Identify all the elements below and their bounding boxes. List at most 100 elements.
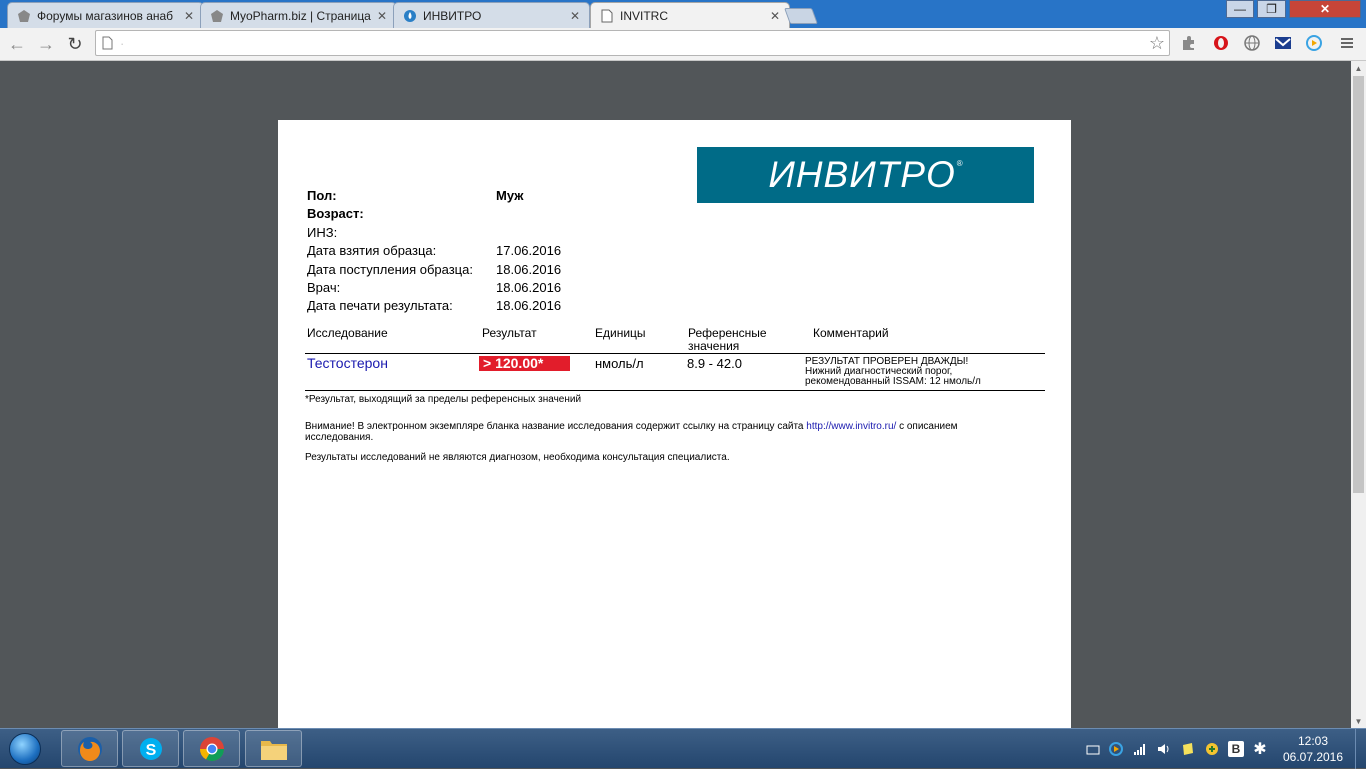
field-label-sample-date: Дата взятия образца: bbox=[307, 243, 437, 258]
close-tab-icon[interactable]: ✕ bbox=[181, 9, 197, 23]
tab-title: INVITRC bbox=[620, 9, 668, 23]
address-text: · bbox=[120, 36, 125, 51]
invitro-logo: ИНВИТРО ® bbox=[697, 147, 1034, 203]
notice-text: Внимание! В электронном экземпляре бланк… bbox=[305, 421, 958, 443]
menu-icon[interactable] bbox=[1338, 34, 1356, 52]
action-center-icon[interactable] bbox=[1085, 741, 1101, 757]
mail-extension-icon[interactable] bbox=[1274, 34, 1292, 52]
chrome-icon bbox=[199, 736, 224, 761]
invitro-drop-favicon bbox=[403, 9, 417, 23]
col-header-units: Единицы bbox=[595, 326, 646, 340]
scroll-thumb[interactable] bbox=[1353, 76, 1364, 493]
field-value-receipt-date: 18.06.2016 bbox=[496, 262, 562, 277]
col-header-comment: Комментарий bbox=[813, 326, 889, 340]
col-header-test: Исследование bbox=[307, 326, 388, 340]
firefox-icon bbox=[77, 736, 102, 761]
page-icon bbox=[102, 36, 113, 55]
clock-date: 06.07.2016 bbox=[1282, 750, 1344, 764]
explorer-folder-icon bbox=[260, 740, 287, 760]
address-bar[interactable]: · ☆ bbox=[95, 30, 1170, 56]
bookmark-star-icon[interactable]: ☆ bbox=[1149, 33, 1165, 54]
field-label-receipt-date: Дата поступления образца: bbox=[307, 262, 473, 277]
table-bottom-divider bbox=[305, 390, 1045, 391]
clock-time: 12:03 bbox=[1297, 734, 1329, 748]
media-tray-icon[interactable] bbox=[1108, 741, 1124, 757]
comment-line: рекомендованный ISSAM: 12 нмоль/л bbox=[805, 376, 981, 387]
system-clock[interactable]: 12:03 06.07.2016 bbox=[1278, 733, 1348, 765]
field-value-sex: Муж bbox=[496, 188, 524, 203]
scroll-up-arrow-icon[interactable]: ▲ bbox=[1351, 61, 1366, 76]
close-tab-icon[interactable]: ✕ bbox=[567, 9, 583, 23]
col-header-reference: Референсные значения bbox=[688, 327, 767, 353]
close-tab-icon[interactable]: ✕ bbox=[374, 9, 390, 23]
new-tab-button[interactable] bbox=[784, 8, 818, 24]
show-desktop-button[interactable] bbox=[1355, 729, 1366, 769]
notice-line2: исследования. bbox=[305, 432, 374, 443]
start-button[interactable] bbox=[3, 731, 47, 767]
field-label-print-date: Дата печати результата: bbox=[307, 298, 453, 313]
windows-orb-icon bbox=[9, 733, 41, 765]
registered-mark: ® bbox=[956, 158, 963, 168]
footnote: *Результат, выходящий за пределы референ… bbox=[305, 394, 582, 405]
field-value-print-date: 18.06.2016 bbox=[496, 298, 562, 313]
tab-myopharm[interactable]: MyoPharm.biz | Страница ✕ bbox=[200, 2, 397, 28]
field-value-doctor: 18.06.2016 bbox=[496, 280, 562, 295]
back-button[interactable]: ← bbox=[6, 33, 28, 55]
scroll-down-arrow-icon[interactable]: ▼ bbox=[1351, 714, 1366, 729]
media-player-icon[interactable] bbox=[1305, 34, 1323, 52]
reference-value: 8.9 - 42.0 bbox=[687, 356, 742, 371]
volume-icon[interactable] bbox=[1156, 741, 1172, 757]
notice-suffix: с описанием bbox=[899, 421, 958, 432]
tab-invitro[interactable]: ИНВИТРО ✕ bbox=[393, 2, 590, 28]
maximize-button[interactable]: ❐ bbox=[1257, 0, 1286, 18]
skype-icon: S bbox=[139, 737, 162, 760]
forum-favicon bbox=[210, 9, 224, 23]
taskbar-firefox[interactable] bbox=[61, 730, 118, 767]
network-signal-icon[interactable] bbox=[1132, 741, 1148, 757]
field-label-doctor: Врач: bbox=[307, 280, 341, 295]
field-label-age: Возраст: bbox=[307, 206, 364, 221]
minimize-button[interactable]: — bbox=[1226, 0, 1254, 18]
logo-text: ИНВИТРО bbox=[768, 154, 956, 195]
close-window-button[interactable]: ✕ bbox=[1289, 0, 1361, 18]
tab-title: ИНВИТРО bbox=[423, 8, 482, 23]
plus-circle-icon[interactable] bbox=[1204, 741, 1220, 757]
vertical-scrollbar[interactable]: ▲ ▼ bbox=[1351, 61, 1366, 729]
globe-icon[interactable] bbox=[1243, 34, 1261, 52]
disclaimer: Результаты исследований не являются диаг… bbox=[305, 452, 730, 463]
star-tray-icon[interactable]: ✱ bbox=[1252, 741, 1268, 758]
forward-button[interactable]: → bbox=[35, 33, 57, 55]
tab-title: MyoPharm.biz | Страница bbox=[230, 8, 371, 23]
yellow-note-icon[interactable] bbox=[1180, 741, 1196, 757]
browser-toolbar: ← → ↻ · ☆ bbox=[0, 28, 1366, 61]
tab-active-invitro-pdf[interactable]: INVITRC ✕ bbox=[590, 2, 790, 29]
col-header-result: Результат bbox=[482, 326, 537, 340]
units-value: нмоль/л bbox=[595, 356, 644, 371]
windows-taskbar: S B ✱ 12:03 06.07.2016 bbox=[0, 728, 1366, 769]
test-name-link[interactable]: Тестостерон bbox=[307, 355, 388, 371]
notice-prefix: Внимание! В электронном экземпляре бланк… bbox=[305, 421, 804, 432]
tab-title: Форумы магазинов анаб bbox=[37, 8, 174, 23]
comment-text: РЕЗУЛЬТАТ ПРОВЕРЕН ДВАЖДЫ! Нижний диагно… bbox=[805, 357, 981, 387]
opera-turbo-icon[interactable] bbox=[1212, 34, 1230, 52]
page-favicon bbox=[600, 9, 614, 23]
field-value-sample-date: 17.06.2016 bbox=[496, 243, 562, 258]
svg-text:S: S bbox=[145, 742, 156, 759]
taskbar-chrome[interactable] bbox=[183, 730, 240, 767]
close-tab-icon[interactable]: ✕ bbox=[767, 9, 783, 23]
col-header-reference-line2: значения bbox=[688, 339, 740, 353]
extensions-puzzle-icon[interactable] bbox=[1180, 34, 1198, 52]
forum-favicon bbox=[17, 9, 31, 23]
result-value-badge: > 120.00* bbox=[479, 356, 570, 371]
tab-forum[interactable]: Форумы магазинов анаб ✕ bbox=[7, 2, 204, 28]
field-label-inz: ИНЗ: bbox=[307, 225, 338, 240]
pdf-page: ИНВИТРО ® Пол: Муж Возраст: ИНЗ: Дата взя… bbox=[278, 120, 1071, 730]
taskbar-explorer[interactable] bbox=[245, 730, 302, 767]
reload-button[interactable]: ↻ bbox=[64, 33, 86, 55]
b-letter-tray-icon[interactable]: B bbox=[1228, 741, 1244, 757]
field-label-sex: Пол: bbox=[307, 188, 337, 203]
tab-strip: Форумы магазинов анаб ✕ MyoPharm.biz | С… bbox=[0, 0, 1366, 29]
invitro-link[interactable]: http://www.invitro.ru/ bbox=[806, 421, 896, 432]
table-header-divider bbox=[305, 353, 1045, 354]
taskbar-skype[interactable]: S bbox=[122, 730, 179, 767]
